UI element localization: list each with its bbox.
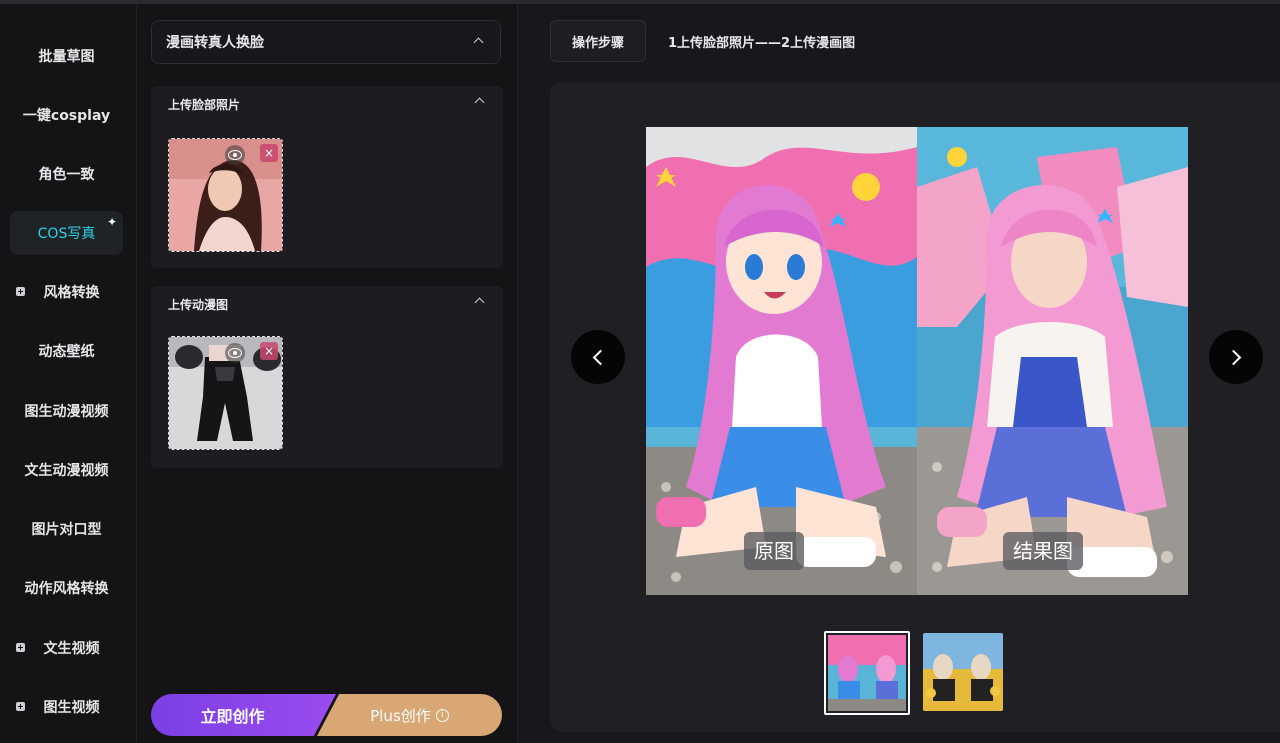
preview-area: 操作步骤 1上传脸部照片——2上传漫画图 原图 结果图 — [518, 4, 1280, 743]
original-label: 原图 — [744, 532, 804, 570]
result-label: 结果图 — [1003, 532, 1083, 570]
thumbnail-1-preview — [828, 635, 906, 711]
eye-icon[interactable] — [225, 145, 245, 165]
nav-item-label: 图片对口型 — [31, 522, 102, 538]
anime-upload-title: 上传动漫图 — [168, 298, 229, 312]
close-icon[interactable]: × — [260, 342, 278, 360]
info-icon: i — [435, 708, 449, 722]
nav-item-label: 文生视频 — [43, 641, 100, 657]
result-photo-illustration — [917, 127, 1188, 595]
expand-plus-icon — [16, 702, 25, 711]
config-panel: 漫画转真人换脸 上传脸部照片 × 上传动漫图 × 立即创作 Plus创作 i — [137, 4, 518, 743]
operation-steps-button[interactable]: 操作步骤 — [550, 20, 646, 62]
nav-item-label: 风格转换 — [43, 285, 100, 301]
expand-plus-icon — [16, 287, 25, 296]
nav-item-character-consistency[interactable]: 角色一致 — [10, 152, 123, 196]
nav-item-style-transfer[interactable]: 风格转换 — [10, 270, 123, 314]
nav-item-label: 角色一致 — [38, 167, 95, 183]
create-now-button[interactable]: 立即创作 — [151, 694, 336, 736]
nav-item-motion-style-transfer[interactable]: 动作风格转换 — [10, 566, 123, 610]
nav-item-label: 图生视频 — [43, 700, 100, 716]
nav-item-image-to-video[interactable]: 图生视频 — [10, 685, 123, 729]
thumbnail-1[interactable] — [824, 631, 910, 715]
nav-item-label: COS写真 — [37, 226, 96, 242]
face-upload-card: 上传脸部照片 × — [151, 86, 503, 268]
nav-item-text-to-anime-video[interactable]: 文生动漫视频 — [10, 448, 123, 492]
original-anime-illustration — [646, 127, 917, 595]
comparison-viewer: 原图 结果图 — [550, 82, 1280, 732]
create-now-label: 立即创作 — [200, 707, 265, 726]
next-arrow-button[interactable] — [1209, 330, 1263, 384]
plus-create-button[interactable]: Plus创作 i — [317, 694, 502, 736]
nav-item-cos-photo[interactable]: COS写真 ✦ — [10, 211, 123, 255]
eye-icon[interactable] — [225, 343, 245, 363]
side-nav: 批量草图 一键cosplay 角色一致 COS写真 ✦ 风格转换 动态壁纸 图生… — [0, 4, 137, 743]
steps-description: 1上传脸部照片——2上传漫画图 — [668, 36, 856, 51]
sparkle-icon: ✦ — [106, 215, 117, 229]
chevron-up-icon[interactable] — [474, 297, 485, 308]
nav-item-batch-sketch[interactable]: 批量草图 — [10, 34, 123, 78]
mode-select[interactable]: 漫画转真人换脸 — [151, 20, 501, 64]
face-upload-title: 上传脸部照片 — [168, 98, 241, 112]
close-icon[interactable]: × — [260, 144, 278, 162]
original-image: 原图 — [646, 127, 917, 595]
nav-item-text-to-video[interactable]: 文生视频 — [10, 626, 123, 670]
nav-item-label: 图生动漫视频 — [24, 404, 109, 420]
operation-steps-label: 操作步骤 — [571, 35, 624, 51]
nav-item-cosplay[interactable]: 一键cosplay — [10, 93, 123, 137]
thumbnail-2-preview — [923, 633, 1003, 711]
nav-item-lip-sync[interactable]: 图片对口型 — [10, 507, 123, 551]
nav-item-label: 动态壁纸 — [38, 344, 95, 360]
thumbnail-2[interactable] — [923, 633, 1003, 711]
plus-create-label: Plus创作 — [370, 706, 431, 725]
face-photo-thumbnail[interactable]: × — [168, 138, 283, 252]
nav-item-label: 批量草图 — [38, 49, 95, 65]
nav-item-live-wallpaper[interactable]: 动态壁纸 — [10, 329, 123, 373]
expand-plus-icon — [16, 643, 25, 652]
nav-item-label: 一键cosplay — [22, 108, 111, 124]
anime-image-thumbnail[interactable]: × — [168, 336, 283, 450]
mode-select-value: 漫画转真人换脸 — [166, 35, 264, 51]
nav-item-label: 文生动漫视频 — [24, 463, 109, 479]
nav-item-label: 动作风格转换 — [24, 581, 109, 597]
result-image: 结果图 — [917, 127, 1188, 595]
chevron-up-icon — [473, 37, 484, 48]
anime-upload-card: 上传动漫图 × — [151, 286, 503, 468]
prev-arrow-button[interactable] — [571, 330, 625, 384]
chevron-up-icon[interactable] — [474, 97, 485, 108]
nav-item-image-to-anime-video[interactable]: 图生动漫视频 — [10, 389, 123, 433]
